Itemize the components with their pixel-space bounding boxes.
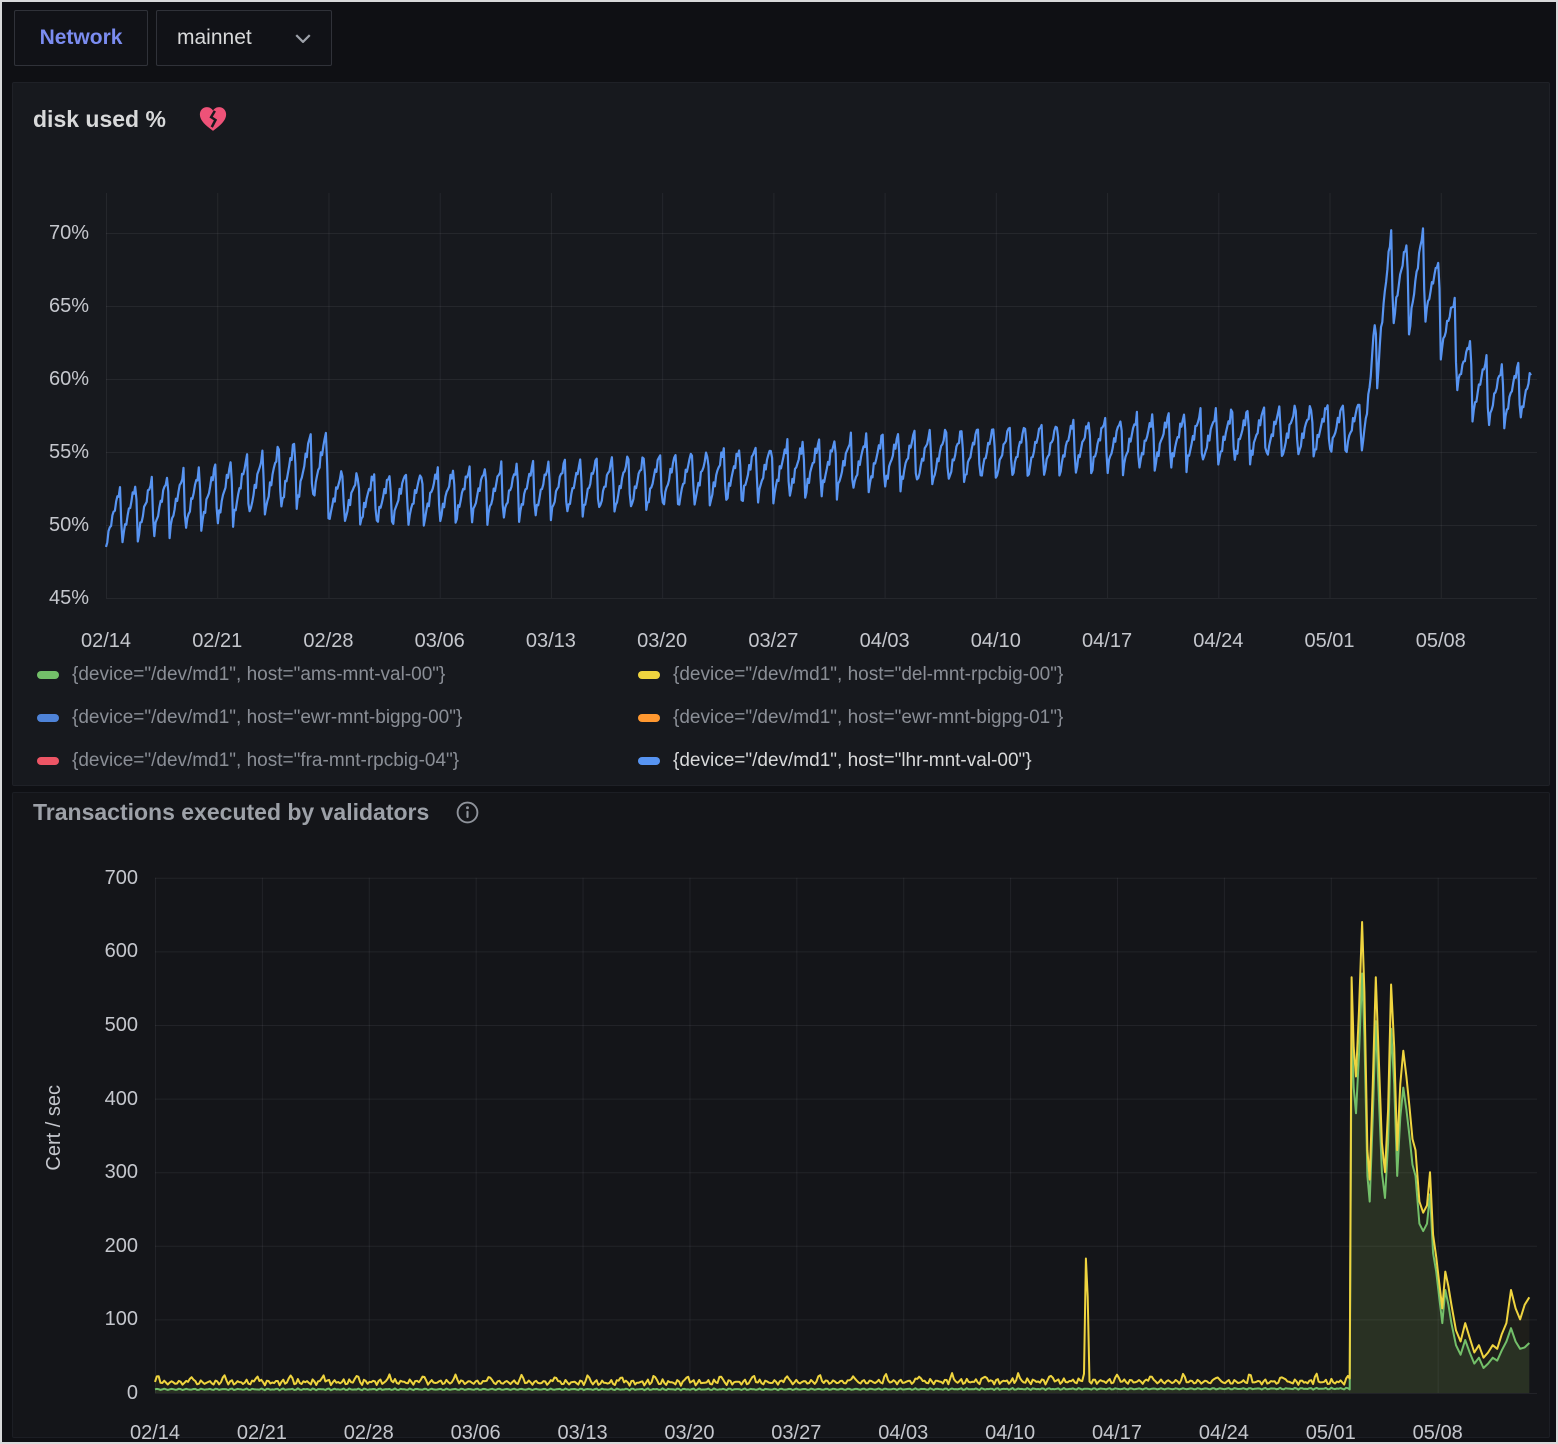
axis-tick-label: 02/14 <box>56 629 156 653</box>
axis-tick-label: 02/28 <box>278 629 378 653</box>
legend-label: {device="/dev/md1", host="ams-mnt-val-00… <box>72 664 445 686</box>
legend-swatch <box>37 714 59 722</box>
disk-used-panel: disk used % 45%50%55%60%65%70% 02/1402/2… <box>12 82 1550 786</box>
axis-tick-label: 04/17 <box>1067 1421 1167 1444</box>
axis-tick-label: 300 <box>13 1160 138 1184</box>
legend-item[interactable]: {device="/dev/md1", host="fra-mnt-rpcbig… <box>37 750 638 772</box>
axis-tick-label: 05/01 <box>1281 1421 1381 1444</box>
legend-item[interactable]: {device="/dev/md1", host="del-mnt-rpcbig… <box>638 664 1063 686</box>
axis-tick-label: 03/27 <box>723 629 823 653</box>
legend-label: {device="/dev/md1", host="fra-mnt-rpcbig… <box>72 750 459 772</box>
legend-label: {device="/dev/md1", host="lhr-mnt-val-00… <box>673 750 1032 772</box>
legend-item[interactable]: {device="/dev/md1", host="ewr-mnt-bigpg-… <box>37 707 638 729</box>
axis-tick-label: 03/13 <box>501 629 601 653</box>
axis-tick-label: 03/20 <box>639 1421 739 1444</box>
network-variable-value: mainnet <box>177 26 252 50</box>
axis-tick-label: 500 <box>13 1013 138 1037</box>
legend-swatch <box>37 671 59 679</box>
network-variable-label-text: Network <box>40 26 123 50</box>
legend-swatch <box>638 671 660 679</box>
axis-tick-label: 03/27 <box>746 1421 846 1444</box>
axis-tick-label: 02/21 <box>167 629 267 653</box>
axis-tick-label: 45% <box>13 586 89 610</box>
axis-tick-label: 55% <box>13 440 89 464</box>
axis-tick-label: 400 <box>13 1087 138 1111</box>
axis-tick-label: 04/24 <box>1174 1421 1274 1444</box>
axis-tick-label: 04/10 <box>946 629 1046 653</box>
axis-tick-label: 100 <box>13 1307 138 1331</box>
legend-item[interactable]: {device="/dev/md1", host="ams-mnt-val-00… <box>37 664 638 686</box>
legend-item[interactable]: {device="/dev/md1", host="lhr-mnt-val-00… <box>638 750 1063 772</box>
axis-tick-label: 03/06 <box>426 1421 526 1444</box>
legend-swatch <box>638 714 660 722</box>
axis-tick-label: 05/01 <box>1280 629 1380 653</box>
legend-swatch <box>638 757 660 765</box>
axis-tick-label: 04/10 <box>960 1421 1060 1444</box>
transactions-chart[interactable] <box>13 793 1549 1437</box>
chevron-down-icon <box>295 34 311 43</box>
axis-tick-label: 700 <box>13 866 138 890</box>
transactions-panel: Transactions executed by validators Cert… <box>12 792 1550 1438</box>
axis-tick-label: 04/24 <box>1168 629 1268 653</box>
axis-tick-label: 50% <box>13 513 89 537</box>
axis-tick-label: 200 <box>13 1234 138 1258</box>
legend-label: {device="/dev/md1", host="ewr-mnt-bigpg-… <box>72 707 462 729</box>
axis-tick-label: 03/06 <box>390 629 490 653</box>
axis-tick-label: 04/03 <box>835 629 935 653</box>
legend-swatch <box>37 757 59 765</box>
axis-tick-label: 70% <box>13 221 89 245</box>
disk-legend: {device="/dev/md1", host="ams-mnt-val-00… <box>37 664 1063 772</box>
legend-label: {device="/dev/md1", host="ewr-mnt-bigpg-… <box>673 707 1063 729</box>
axis-tick-label: 600 <box>13 939 138 963</box>
grafana-dashboard: Network mainnet disk used % 45%50%55%60%… <box>0 0 1558 1444</box>
axis-tick-label: 0 <box>13 1381 138 1405</box>
legend-label: {device="/dev/md1", host="del-mnt-rpcbig… <box>673 664 1063 686</box>
network-variable-dropdown[interactable]: mainnet <box>156 10 332 66</box>
axis-tick-label: 05/08 <box>1388 1421 1488 1444</box>
axis-tick-label: 60% <box>13 367 89 391</box>
axis-tick-label: 04/03 <box>853 1421 953 1444</box>
axis-tick-label: 02/21 <box>212 1421 312 1444</box>
axis-tick-label: 02/14 <box>105 1421 205 1444</box>
axis-tick-label: 05/08 <box>1391 629 1491 653</box>
axis-tick-label: 02/28 <box>319 1421 419 1444</box>
axis-tick-label: 03/20 <box>612 629 712 653</box>
network-variable-label[interactable]: Network <box>14 10 148 66</box>
legend-item[interactable]: {device="/dev/md1", host="ewr-mnt-bigpg-… <box>638 707 1063 729</box>
axis-tick-label: 65% <box>13 294 89 318</box>
axis-tick-label: 04/17 <box>1057 629 1157 653</box>
axis-tick-label: 03/13 <box>533 1421 633 1444</box>
